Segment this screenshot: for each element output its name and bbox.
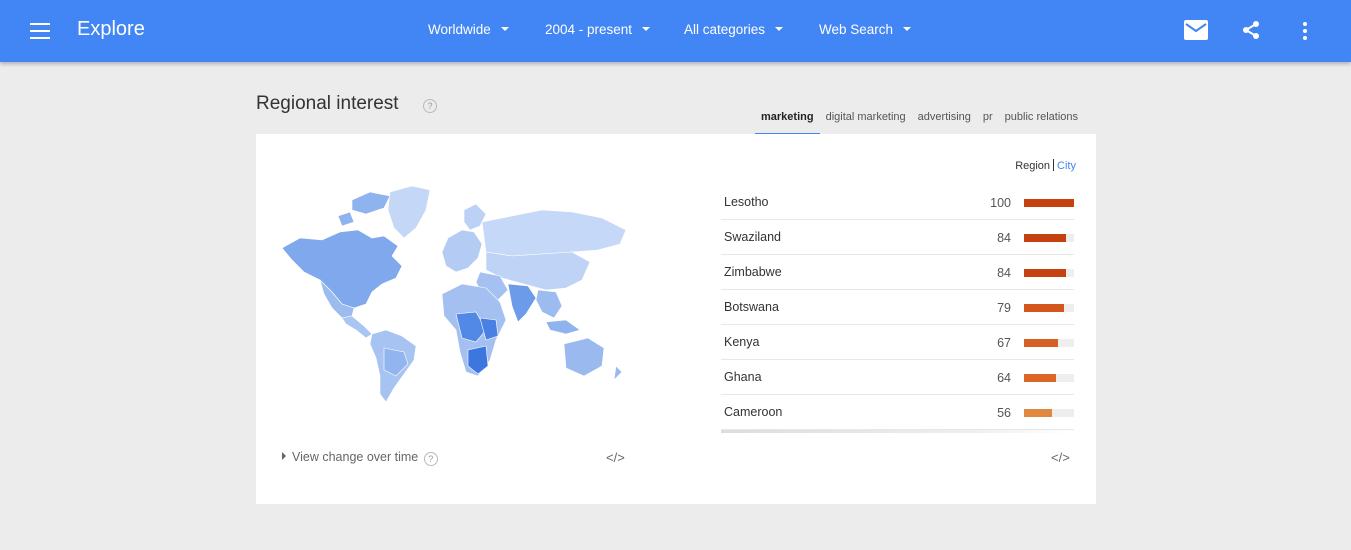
list-item[interactable]: Kenya 67	[721, 325, 1074, 360]
world-map[interactable]	[280, 180, 632, 410]
interest-value: 64	[997, 371, 1011, 385]
interest-bar	[1024, 199, 1074, 207]
toggle-divider	[1053, 159, 1055, 171]
interest-value: 79	[997, 301, 1011, 315]
embed-code-icon[interactable]: </>	[606, 450, 625, 465]
interest-bar-track	[1024, 339, 1074, 347]
list-item[interactable]: Cameroon 56	[721, 395, 1074, 430]
more-vert-icon[interactable]	[1302, 21, 1308, 41]
tab-pr[interactable]: pr	[977, 105, 999, 135]
caret-down-icon	[500, 27, 509, 32]
caret-down-icon	[642, 27, 651, 32]
list-item[interactable]: Lesotho 100	[721, 185, 1074, 220]
tab-public-relations[interactable]: public relations	[999, 105, 1084, 135]
search-type-filter-label: Web Search	[819, 22, 894, 37]
region-toggle[interactable]: Region	[1015, 160, 1050, 172]
interest-value: 84	[997, 231, 1011, 245]
interest-bar-track	[1024, 409, 1074, 417]
expand-triangle-icon	[282, 452, 286, 460]
interest-bar	[1024, 234, 1066, 242]
list-item[interactable]: Botswana 79	[721, 290, 1074, 325]
list-scroll-shadow	[721, 430, 1074, 433]
section-title: Regional interest	[256, 93, 399, 114]
view-change-label: View change over time	[292, 450, 419, 464]
region-name: Lesotho	[724, 195, 769, 209]
interest-bar-track	[1024, 234, 1074, 242]
list-item[interactable]: Zimbabwe 84	[721, 255, 1074, 290]
interest-bar-track	[1024, 374, 1074, 382]
location-filter-label: Worldwide	[428, 22, 491, 37]
category-filter[interactable]: All categories	[684, 22, 784, 37]
region-name: Cameroon	[724, 405, 783, 419]
region-name: Zimbabwe	[724, 265, 782, 279]
email-icon[interactable]	[1183, 19, 1209, 41]
interest-bar-track	[1024, 269, 1074, 277]
interest-value: 67	[997, 336, 1011, 350]
list-item[interactable]: Swaziland 84	[721, 220, 1074, 255]
location-filter[interactable]: Worldwide	[428, 22, 509, 37]
interest-value: 100	[990, 196, 1011, 210]
share-icon[interactable]	[1241, 20, 1261, 40]
interest-bar	[1024, 339, 1058, 347]
interest-bar	[1024, 409, 1052, 417]
region-name: Kenya	[724, 335, 760, 349]
app-title: Explore	[77, 18, 145, 40]
search-type-filter[interactable]: Web Search	[819, 22, 912, 37]
interest-bar	[1024, 269, 1066, 277]
time-range-filter[interactable]: 2004 - present	[545, 22, 651, 37]
embed-code-icon[interactable]: </>	[1051, 450, 1070, 465]
help-icon[interactable]: ?	[423, 99, 437, 113]
interest-bar-track	[1024, 304, 1074, 312]
interest-value: 56	[997, 406, 1011, 420]
term-tabs: marketing digital marketing advertising …	[755, 105, 1084, 135]
interest-bar	[1024, 374, 1056, 382]
city-toggle[interactable]: City	[1057, 160, 1076, 172]
help-icon[interactable]: ?	[423, 452, 438, 466]
top-app-bar: Explore Worldwide 2004 - present All cat…	[0, 0, 1351, 62]
caret-down-icon	[775, 27, 784, 32]
view-change-over-time-toggle[interactable]: View change over time ?	[282, 450, 438, 466]
tab-digital-marketing[interactable]: digital marketing	[820, 105, 912, 135]
caret-down-icon	[903, 27, 912, 32]
regional-interest-card: Region City Lesotho 100 Swaziland 84 Zimb…	[256, 134, 1096, 504]
interest-bar-track	[1024, 199, 1074, 207]
region-name: Botswana	[724, 300, 779, 314]
region-ranking-list: Lesotho 100 Swaziland 84 Zimbabwe 84 Bot…	[721, 185, 1074, 430]
tab-advertising[interactable]: advertising	[912, 105, 977, 135]
region-city-toggle: Region City	[1015, 159, 1076, 172]
interest-bar	[1024, 304, 1064, 312]
menu-icon[interactable]	[30, 23, 50, 39]
interest-value: 84	[997, 266, 1011, 280]
time-range-filter-label: 2004 - present	[545, 22, 633, 37]
tab-marketing[interactable]: marketing	[755, 105, 820, 135]
region-name: Swaziland	[724, 230, 781, 244]
category-filter-label: All categories	[684, 22, 766, 37]
list-item[interactable]: Ghana 64	[721, 360, 1074, 395]
region-name: Ghana	[724, 370, 762, 384]
